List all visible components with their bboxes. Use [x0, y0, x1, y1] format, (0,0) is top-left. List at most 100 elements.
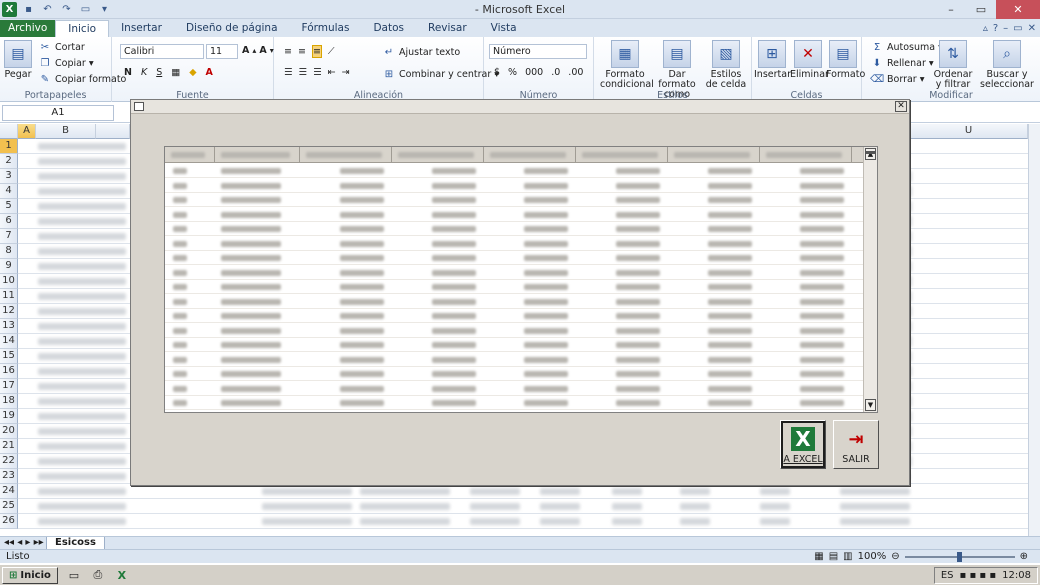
font-color-icon[interactable]: A: [206, 67, 213, 78]
row-header[interactable]: 25: [0, 499, 18, 514]
table-row[interactable]: [165, 264, 863, 265]
tab-diseno-pagina[interactable]: Diseño de página: [174, 20, 290, 37]
table-row[interactable]: [165, 394, 863, 396]
table-row[interactable]: [165, 336, 863, 338]
table-row[interactable]: [165, 249, 863, 251]
row-header[interactable]: 23: [0, 469, 18, 484]
row-header[interactable]: 22: [0, 454, 18, 469]
select-all-corner[interactable]: [0, 124, 18, 139]
underline-button[interactable]: S: [156, 67, 162, 78]
tab-vista[interactable]: Vista: [479, 20, 529, 37]
page-break-icon[interactable]: ▥: [843, 550, 852, 563]
row-header[interactable]: 19: [0, 409, 18, 424]
conditional-format-button[interactable]: ▦ Formato condicional: [600, 40, 654, 90]
delete-cells-button[interactable]: ✕ Eliminar: [790, 40, 829, 80]
tab-formulas[interactable]: Fórmulas: [290, 20, 362, 37]
table-column-header[interactable]: [165, 147, 215, 163]
column-header-c[interactable]: [96, 124, 130, 139]
row-header[interactable]: 10: [0, 274, 18, 289]
table-row[interactable]: [165, 206, 863, 207]
column-header-a[interactable]: A: [18, 124, 36, 139]
row-header[interactable]: 9: [0, 259, 18, 274]
language-indicator[interactable]: ES: [941, 570, 954, 581]
tab-archivo[interactable]: Archivo: [0, 20, 56, 37]
column-header-u[interactable]: U: [910, 124, 1028, 139]
workbook-close-icon[interactable]: ✕: [1028, 23, 1036, 34]
decrease-decimal-icon[interactable]: .00: [568, 67, 583, 78]
cut-button[interactable]: ✂ Cortar: [38, 40, 85, 54]
row-header[interactable]: 4: [0, 184, 18, 199]
row-header[interactable]: 6: [0, 214, 18, 229]
close-button[interactable]: ✕: [996, 0, 1040, 19]
page-layout-icon[interactable]: ▤: [829, 550, 838, 563]
indent-increase-icon[interactable]: ⇥: [342, 67, 350, 78]
ribbon-minimize-icon[interactable]: ▵: [983, 23, 988, 34]
clear-button[interactable]: ⌫ Borrar ▾: [870, 72, 925, 86]
scroll-up-button[interactable]: ▲: [865, 148, 876, 160]
align-middle-icon[interactable]: ≡: [298, 46, 306, 57]
sheet-nav-icons[interactable]: ◂◂ ◂ ▸ ▸▸: [4, 537, 44, 548]
printer-icon[interactable]: ⎙: [90, 567, 106, 583]
export-excel-button[interactable]: X A EXCEL: [780, 420, 826, 469]
tab-inicio[interactable]: Inicio: [55, 20, 110, 37]
merge-center-button[interactable]: ⊞ Combinar y centrar ▾: [382, 67, 499, 81]
cell-styles-button[interactable]: ▧ Estilos de celda: [704, 40, 748, 90]
fill-color-icon[interactable]: ◆: [189, 67, 196, 78]
thousands-icon[interactable]: 000: [525, 67, 543, 78]
start-button[interactable]: ⊞ Inicio: [2, 566, 58, 584]
tab-revisar[interactable]: Revisar: [416, 20, 479, 37]
table-row[interactable]: [165, 351, 863, 352]
sort-filter-button[interactable]: ⇅ Ordenar y filtrar: [932, 40, 974, 90]
minimize-button[interactable]: –: [936, 0, 966, 19]
zoom-level[interactable]: 100%: [858, 550, 887, 563]
insert-cells-button[interactable]: ⊞ Insertar: [754, 40, 791, 80]
data-table[interactable]: ▲ ▼: [164, 146, 878, 413]
zoom-in-icon[interactable]: ⊕: [1020, 550, 1028, 563]
indent-decrease-icon[interactable]: ⇤: [328, 67, 336, 78]
grow-font-button[interactable]: A ▴ A ▾: [242, 45, 274, 56]
vertical-scrollbar[interactable]: [1028, 124, 1040, 536]
row-header[interactable]: 14: [0, 334, 18, 349]
fill-button[interactable]: ⬇ Rellenar ▾: [870, 56, 934, 70]
orientation-icon[interactable]: ⟋: [328, 46, 335, 57]
exit-button[interactable]: ⇥ SALIR: [833, 420, 879, 469]
wrap-text-button[interactable]: ↵ Ajustar texto: [382, 45, 460, 59]
align-left-icon[interactable]: ☰: [284, 67, 293, 78]
row-header[interactable]: 18: [0, 394, 18, 409]
table-row[interactable]: [165, 409, 863, 410]
table-column-header[interactable]: [300, 147, 392, 163]
row-header[interactable]: 24: [0, 484, 18, 499]
table-column-header[interactable]: [215, 147, 300, 163]
format-cells-button[interactable]: ▤ Formato: [826, 40, 865, 80]
align-center-icon[interactable]: ☰: [299, 67, 308, 78]
table-row[interactable]: [165, 293, 863, 294]
table-column-header[interactable]: [484, 147, 576, 163]
table-row[interactable]: [165, 235, 863, 236]
scroll-down-button[interactable]: ▼: [865, 399, 876, 411]
zoom-slider[interactable]: [904, 551, 1015, 562]
excel-taskbar-icon[interactable]: X: [114, 567, 130, 583]
row-header[interactable]: 26: [0, 514, 18, 529]
column-header-b[interactable]: B: [36, 124, 96, 139]
scroll-thumb[interactable]: [865, 151, 876, 154]
increase-decimal-icon[interactable]: .0: [551, 67, 560, 78]
table-row[interactable]: [165, 307, 863, 309]
workbook-restore-icon[interactable]: ▭: [1013, 23, 1022, 34]
percent-icon[interactable]: %: [508, 67, 517, 78]
tab-datos[interactable]: Datos: [361, 20, 416, 37]
row-header[interactable]: 13: [0, 319, 18, 334]
find-select-button[interactable]: ⌕ Buscar y seleccionar: [976, 40, 1038, 90]
row-header[interactable]: 2: [0, 154, 18, 169]
tray-icons[interactable]: ▪ ▪ ▪ ▪: [960, 570, 997, 581]
paste-button[interactable]: ▤ Pegar: [3, 40, 33, 80]
align-right-icon[interactable]: ☰: [313, 67, 322, 78]
workbook-minimize-icon[interactable]: –: [1003, 23, 1008, 34]
table-column-header[interactable]: [668, 147, 760, 163]
table-column-header[interactable]: [576, 147, 668, 163]
table-column-header[interactable]: [392, 147, 484, 163]
align-top-icon[interactable]: ≡: [284, 46, 292, 57]
zoom-out-icon[interactable]: ⊖: [891, 550, 899, 563]
bold-button[interactable]: N: [124, 67, 132, 78]
row-header[interactable]: 3: [0, 169, 18, 184]
font-size-select[interactable]: 11: [206, 44, 238, 59]
